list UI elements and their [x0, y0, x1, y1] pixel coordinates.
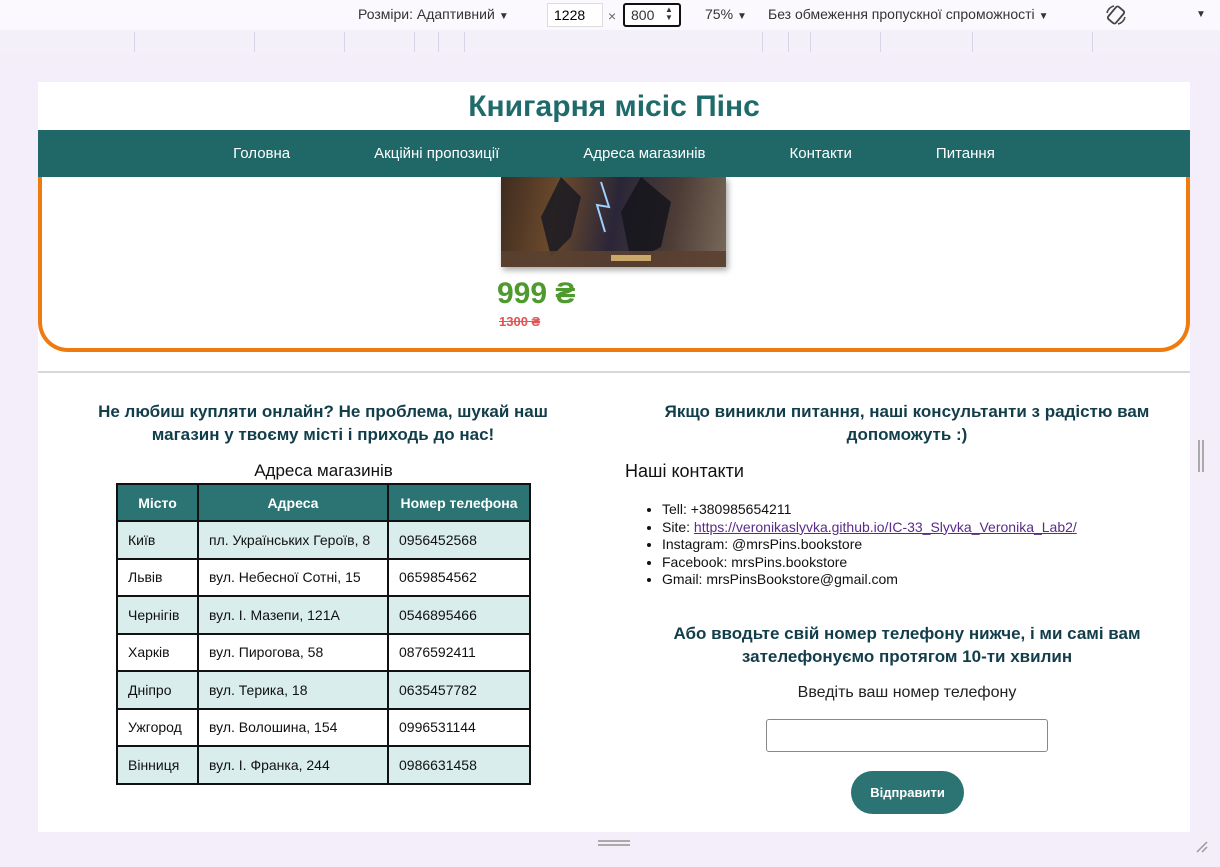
throttle-label: Без обмеження пропускної спроможності — [768, 6, 1035, 22]
main-nav: Головна Акційні пропозиції Адреса магази… — [38, 130, 1190, 177]
resize-handle-bottom[interactable] — [598, 840, 630, 846]
column-header-phone: Номер телефона — [387, 483, 531, 522]
viewport-width-input[interactable] — [547, 3, 603, 27]
viewport-height-input[interactable]: 800 ▲ ▼ — [623, 3, 681, 27]
cell-city: Харків — [116, 632, 199, 672]
zoom-dropdown[interactable]: 75% ▼ — [705, 6, 747, 22]
cell-address: вул. Терика, 18 — [197, 670, 389, 710]
column-header-city: Місто — [116, 483, 199, 522]
spinner-icon[interactable]: ▲ ▼ — [662, 6, 676, 24]
contact-facebook: Facebook: mrsPins.bookstore — [662, 554, 1077, 572]
stores-caption: Адреса магазинів — [254, 461, 393, 480]
nav-questions[interactable]: Питання — [936, 130, 995, 177]
table-row: Львів вул. Небесної Сотні, 15 0659854562 — [116, 557, 531, 597]
resize-corner-icon[interactable] — [1194, 839, 1208, 853]
site-title: Книгарня місіс Пінс — [468, 90, 760, 123]
viewport-height-value: 800 — [631, 7, 655, 23]
cell-city: Дніпро — [116, 670, 199, 710]
times-sign: × — [608, 8, 617, 24]
cell-phone: 0956452568 — [387, 520, 531, 560]
book-illustration — [501, 177, 726, 267]
price-old: 1300 ₴ — [499, 314, 541, 329]
chevron-down-icon: ▼ — [737, 11, 747, 22]
phone-label: Введіть ваш номер телефону — [797, 684, 1017, 701]
phone-input[interactable] — [766, 719, 1048, 752]
more-options-icon[interactable]: ▼ — [1196, 9, 1206, 20]
callback-heading: Або вводьте свій номер телефону нижче, і… — [673, 624, 1141, 666]
chevron-down-icon: ▼ — [1038, 11, 1049, 22]
cell-phone: 0876592411 — [387, 632, 531, 672]
contact-gmail: Gmail: mrsPinsBookstore@gmail.com — [662, 571, 1077, 589]
nav-contacts[interactable]: Контакти — [790, 130, 852, 177]
zoom-label: 75% — [705, 6, 734, 22]
cell-phone: 0996531144 — [387, 707, 531, 747]
cell-city: Ужгород — [116, 707, 199, 747]
cell-phone: 0659854562 — [387, 557, 531, 597]
send-button[interactable]: Відправити — [851, 771, 964, 814]
cell-phone: 0635457782 — [387, 670, 531, 710]
cell-address: вул. І. Мазепи, 121А — [197, 595, 389, 635]
contact-instagram: Instagram: @mrsPins.bookstore — [662, 536, 1077, 554]
dimensions-label: Розміри: Адаптивний — [358, 6, 495, 22]
contact-site-link[interactable]: https://veronikaslyvka.github.io/IC-33_S… — [694, 519, 1077, 535]
cell-address: вул. Небесної Сотні, 15 — [197, 557, 389, 597]
table-row: Харків вул. Пирогова, 58 0876592411 — [116, 632, 531, 672]
resize-handle-right[interactable] — [1198, 440, 1204, 472]
cell-phone: 0986631458 — [387, 745, 531, 785]
contact-site: Site: https://veronikaslyvka.github.io/I… — [662, 519, 1077, 537]
table-row: Вінниця вул. І. Франка, 244 0986631458 — [116, 745, 531, 785]
contacts-title: Наші контакти — [625, 461, 744, 481]
nav-store-addresses[interactable]: Адреса магазинів — [583, 130, 705, 177]
cell-address: вул. І. Франка, 244 — [197, 745, 389, 785]
cell-phone: 0546895466 — [387, 595, 531, 635]
cell-city: Вінниця — [116, 745, 199, 785]
contacts-heading: Якщо виникли питання, наші консультанти … — [664, 402, 1150, 444]
cell-city: Чернігів — [116, 595, 199, 635]
nav-home[interactable]: Головна — [233, 130, 290, 177]
table-row: Чернігів вул. І. Мазепи, 121А 0546895466 — [116, 595, 531, 635]
nav-promotions[interactable]: Акційні пропозиції — [374, 130, 499, 177]
contact-site-label: Site: — [662, 518, 694, 535]
contacts-list: Tell: +380985654211 Site: https://veroni… — [662, 501, 1077, 589]
throttle-dropdown[interactable]: Без обмеження пропускної спроможності ▼ — [768, 6, 1049, 22]
page-viewport: 999 ₴ 1300 ₴ Книгарня місіс Пінс Головна… — [38, 82, 1190, 832]
cell-city: Львів — [116, 557, 199, 597]
table-row: Київ пл. Українських Героїв, 8 095645256… — [116, 520, 531, 560]
contact-tell: Tell: +380985654211 — [662, 501, 1077, 519]
cell-address: вул. Пирогова, 58 — [197, 632, 389, 672]
dimensions-dropdown[interactable]: Розміри: Адаптивний ▼ — [358, 6, 509, 22]
section-divider — [38, 371, 1190, 373]
cell-address: пл. Українських Героїв, 8 — [197, 520, 389, 560]
stores-table: Місто Адреса Номер телефона Київ пл. Укр… — [116, 483, 531, 785]
column-header-address: Адреса — [197, 483, 389, 522]
stores-heading: Не любиш купляти онлайн? Не проблема, шу… — [98, 402, 548, 444]
media-query-ruler — [0, 30, 1220, 54]
table-row: Дніпро вул. Терика, 18 0635457782 — [116, 670, 531, 710]
table-row: Ужгород вул. Волошина, 154 0996531144 — [116, 707, 531, 747]
cell-address: вул. Волошина, 154 — [197, 707, 389, 747]
rotate-icon[interactable] — [1104, 3, 1128, 27]
book-cover-image[interactable] — [501, 177, 726, 267]
cell-city: Київ — [116, 520, 199, 560]
devtools-toolbar: Розміри: Адаптивний▼ × 800 ▲▼ 75%▼ Без о… — [0, 0, 1220, 30]
price-new: 999 ₴ — [497, 277, 576, 310]
chevron-down-icon: ▼ — [498, 11, 509, 22]
